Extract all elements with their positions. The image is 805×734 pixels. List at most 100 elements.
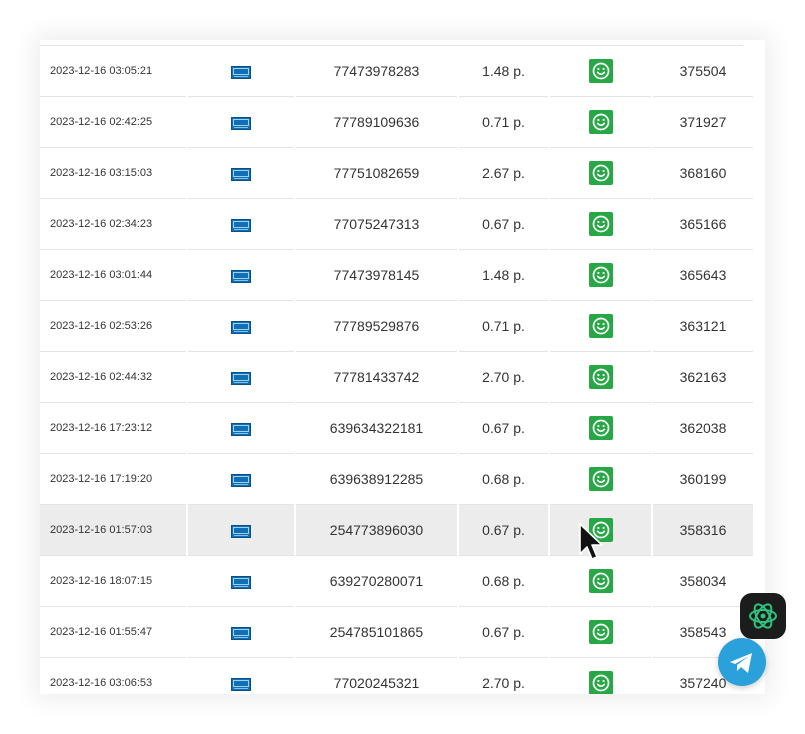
status-cell [550, 199, 651, 250]
smiley-icon[interactable] [588, 416, 613, 440]
date-cell: 2023-12-16 02:34:23 [40, 199, 186, 250]
amount-cell: 0.68 р. [459, 454, 548, 505]
operator-cell [188, 403, 294, 454]
status-cell [550, 658, 651, 694]
operator-logo-icon [231, 626, 251, 640]
operator-logo-icon [231, 677, 251, 691]
amount-cell: 2.70 р. [459, 658, 548, 694]
status-cell [550, 97, 651, 148]
operator-logo-icon [231, 371, 251, 385]
telegram-button[interactable] [718, 638, 766, 686]
date-cell: 2023-12-16 02:53:26 [40, 301, 186, 352]
operator-logo-icon [231, 524, 251, 538]
date-cell: 2023-12-16 02:42:25 [40, 97, 186, 148]
smiley-icon[interactable] [588, 110, 613, 134]
number-cell: 254773896030 [296, 505, 457, 556]
id-cell: 358316 [653, 505, 753, 556]
date-cell: 2023-12-16 01:57:03 [40, 505, 186, 556]
telegram-icon [730, 653, 752, 673]
smiley-icon[interactable] [588, 212, 613, 236]
smiley-icon[interactable] [588, 620, 613, 644]
operator-cell [188, 556, 294, 607]
number-cell: 254785101865 [296, 607, 457, 658]
number-cell: 77789109636 [296, 97, 457, 148]
amount-cell: 0.67 р. [459, 199, 548, 250]
amount-cell: 0.71 р. [459, 301, 548, 352]
id-cell: 360199 [653, 454, 753, 505]
date-cell: 2023-12-16 18:07:15 [40, 556, 186, 607]
smiley-icon[interactable] [588, 569, 613, 593]
status-cell [550, 403, 651, 454]
smiley-icon[interactable] [588, 161, 613, 185]
smiley-icon[interactable] [588, 365, 613, 389]
date-cell: 2023-12-16 03:15:03 [40, 148, 186, 199]
number-cell: 77751082659 [296, 148, 457, 199]
number-cell: 77473978145 [296, 250, 457, 301]
amount-cell: 0.68 р. [459, 556, 548, 607]
table-row: 2023-12-16 02:42:25 77789109636 0.71 р. 371… [40, 97, 753, 148]
id-cell: 358034 [653, 556, 753, 607]
amount-cell: 0.67 р. [459, 505, 548, 556]
date-cell: 2023-12-16 02:44:32 [40, 352, 186, 403]
id-cell: 368160 [653, 148, 753, 199]
table-row: 2023-12-16 18:07:15 639270280071 0.68 р. 35… [40, 556, 753, 607]
operator-cell [188, 148, 294, 199]
date-cell: 2023-12-16 01:55:47 [40, 607, 186, 658]
id-cell: 375504 [653, 46, 753, 97]
smiley-icon[interactable] [588, 263, 613, 287]
smiley-icon[interactable] [588, 314, 613, 338]
operator-cell [188, 250, 294, 301]
status-cell [550, 301, 651, 352]
status-cell [550, 454, 651, 505]
number-cell: 77473978283 [296, 46, 457, 97]
operator-logo-icon [231, 167, 251, 181]
amount-cell: 0.67 р. [459, 403, 548, 454]
id-cell: 362163 [653, 352, 753, 403]
date-cell: 2023-12-16 03:01:44 [40, 250, 186, 301]
smiley-icon[interactable] [588, 518, 613, 542]
smiley-icon[interactable] [588, 671, 613, 694]
operator-logo-icon [231, 218, 251, 232]
smiley-icon[interactable] [588, 59, 613, 83]
operator-cell [188, 352, 294, 403]
chat-bot-button[interactable] [740, 593, 786, 639]
number-cell: 77789529876 [296, 301, 457, 352]
operator-cell [188, 97, 294, 148]
table-row: 2023-12-16 17:19:20 639638912285 0.68 р. 36… [40, 454, 753, 505]
number-cell: 639634322181 [296, 403, 457, 454]
operator-logo-icon [231, 422, 251, 436]
operator-cell [188, 301, 294, 352]
table-row: 2023-12-16 17:23:12 639634322181 0.67 р. 36… [40, 403, 753, 454]
id-cell: 365643 [653, 250, 753, 301]
table-row: 2023-12-16 03:01:44 77473978145 1.48 р. 365… [40, 250, 753, 301]
smiley-icon[interactable] [588, 467, 613, 491]
amount-cell: 1.48 р. [459, 250, 548, 301]
table-row: 2023-12-16 02:44:32 77781433742 2.70 р. 362… [40, 352, 753, 403]
table-row: 2023-12-16 01:57:03 254773896030 0.67 р. 35… [40, 505, 753, 556]
table-row: 2023-12-16 03:06:53 77020245321 2.70 р. 357… [40, 658, 753, 694]
number-cell: 639638912285 [296, 454, 457, 505]
chat-bot-icon [749, 603, 777, 629]
operator-cell [188, 658, 294, 694]
amount-cell: 0.67 р. [459, 607, 548, 658]
date-cell: 2023-12-16 03:06:53 [40, 658, 186, 694]
operator-cell [188, 454, 294, 505]
id-cell: 365166 [653, 199, 753, 250]
operator-cell [188, 505, 294, 556]
status-cell [550, 556, 651, 607]
table-row: 2023-12-16 02:34:23 77075247313 0.67 р. 365… [40, 199, 753, 250]
amount-cell: 2.67 р. [459, 148, 548, 199]
activation-log-table: 2023-12-16 03:05:21 77473978283 1.48 р. 375… [40, 46, 755, 694]
table-row: 2023-12-16 03:15:03 77751082659 2.67 р. 368… [40, 148, 753, 199]
status-cell [550, 352, 651, 403]
operator-cell [188, 199, 294, 250]
operator-logo-icon [231, 575, 251, 589]
id-cell: 371927 [653, 97, 753, 148]
operator-logo-icon [231, 269, 251, 283]
operator-cell [188, 46, 294, 97]
number-cell: 639270280071 [296, 556, 457, 607]
operator-logo-icon [231, 320, 251, 334]
number-cell: 77020245321 [296, 658, 457, 694]
date-cell: 2023-12-16 03:05:21 [40, 46, 186, 97]
operator-cell [188, 607, 294, 658]
